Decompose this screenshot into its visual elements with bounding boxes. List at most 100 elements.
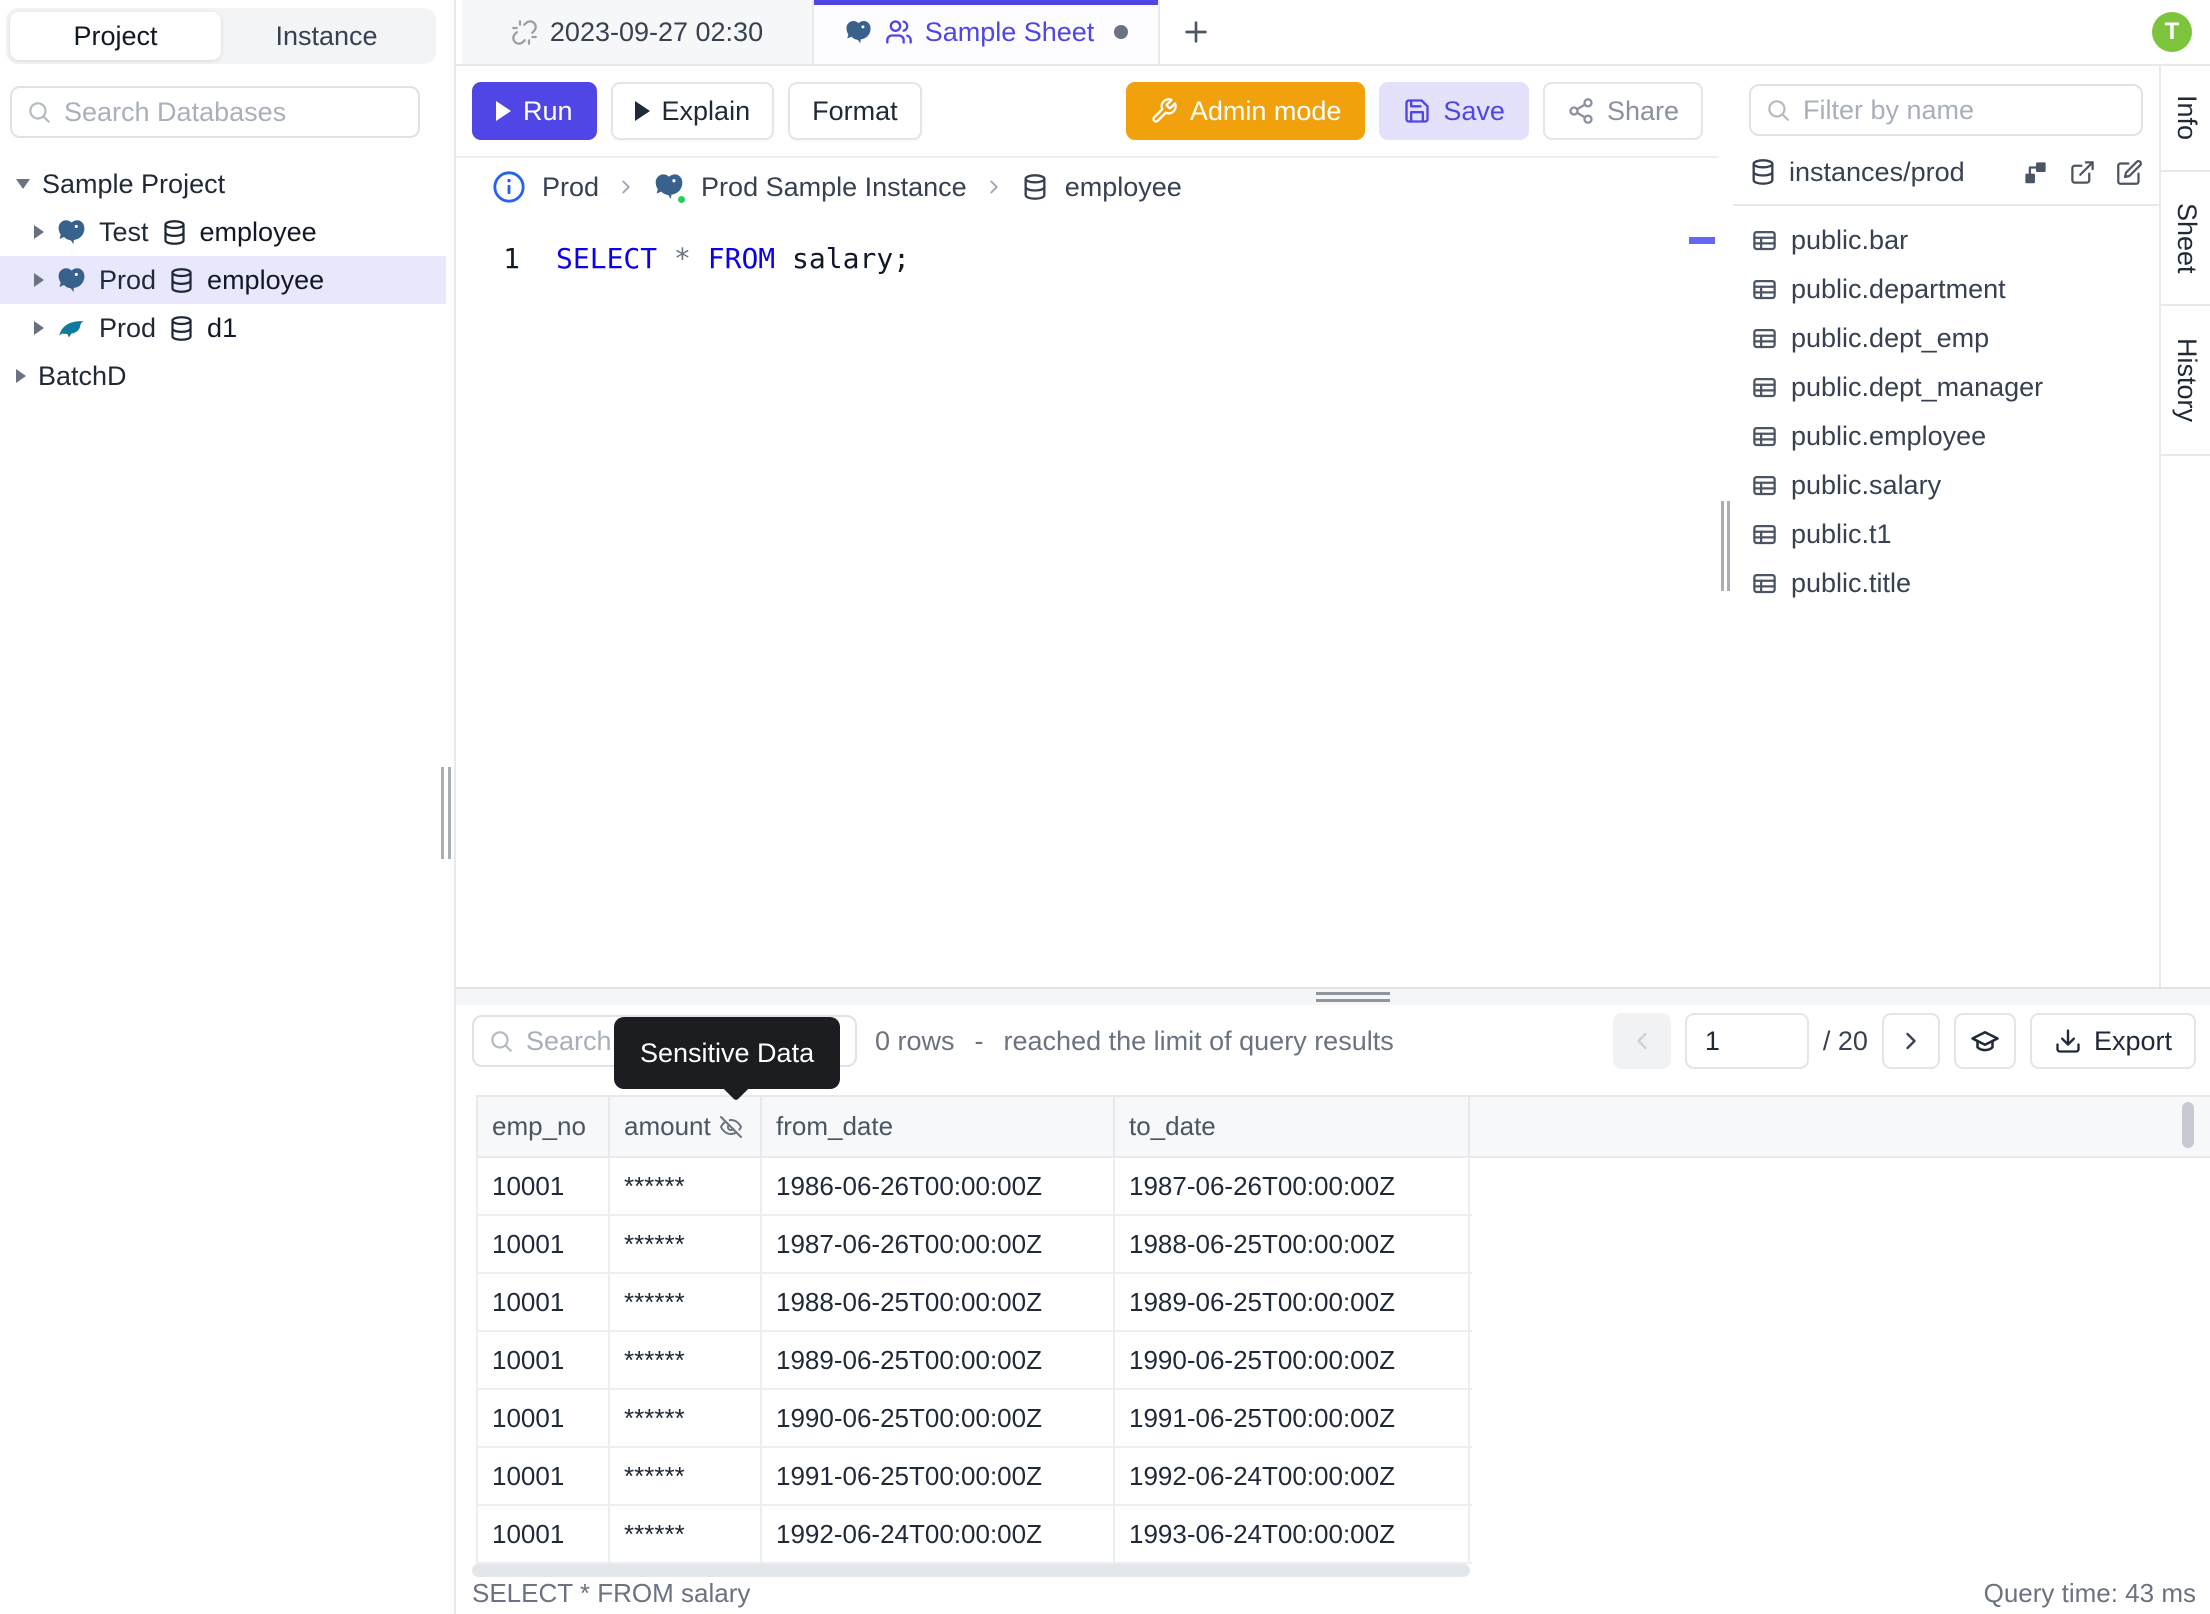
edit-icon[interactable] xyxy=(2116,159,2143,186)
tree-item-test-employee[interactable]: Test employee xyxy=(0,208,446,256)
caret-right-icon[interactable] xyxy=(16,369,26,383)
table-cell[interactable]: ****** xyxy=(610,1506,762,1562)
tab-sample-sheet[interactable]: Sample Sheet xyxy=(814,0,1160,64)
sql-editor[interactable]: 1 SELECT * FROM salary; xyxy=(456,242,1719,275)
run-button[interactable]: Run xyxy=(472,82,597,140)
panel-resize-handle[interactable] xyxy=(1721,501,1730,591)
prev-page-button[interactable] xyxy=(1612,1013,1671,1069)
environment-label: Prod xyxy=(99,264,157,295)
tree-item-prod-d1[interactable]: Prod d1 xyxy=(0,304,446,352)
table-cell[interactable]: 10001 xyxy=(478,1506,610,1562)
table-cell[interactable]: ****** xyxy=(610,1390,762,1446)
table-icon xyxy=(1753,328,1776,349)
tab-history-sheet[interactable]: 2023-09-27 02:30 xyxy=(462,0,814,64)
table-cell[interactable]: ****** xyxy=(610,1158,762,1214)
table-row[interactable]: 10001 ****** 1989-06-25T00:00:00Z 1990-0… xyxy=(476,1332,1472,1390)
table-cell[interactable]: ****** xyxy=(610,1332,762,1388)
table-list-item[interactable]: public.salary xyxy=(1733,461,2159,510)
user-avatar[interactable]: T xyxy=(2152,12,2192,52)
unlink-icon xyxy=(512,19,537,45)
tree-item-sample-project[interactable]: Sample Project xyxy=(0,160,446,208)
table-row[interactable]: 10001 ****** 1991-06-25T00:00:00Z 1992-0… xyxy=(476,1448,1472,1506)
results-resize-handle[interactable] xyxy=(1316,992,1390,1002)
table-name: public.t1 xyxy=(1791,519,1892,549)
table-cell[interactable]: ****** xyxy=(610,1216,762,1272)
table-cell[interactable]: 1990-06-25T00:00:00Z xyxy=(762,1390,1115,1446)
table-cell[interactable]: 1992-06-24T00:00:00Z xyxy=(762,1506,1115,1562)
table-list-item[interactable]: public.t1 xyxy=(1733,510,2159,559)
admin-mode-button[interactable]: Admin mode xyxy=(1125,82,1366,140)
side-strip-tab[interactable]: Sheet xyxy=(2161,172,2210,306)
table-row[interactable]: 10001 ****** 1988-06-25T00:00:00Z 1989-0… xyxy=(476,1274,1472,1332)
export-button[interactable]: Export xyxy=(2029,1013,2196,1069)
table-list-item[interactable]: public.dept_manager xyxy=(1733,363,2159,412)
tree-item-batchd[interactable]: BatchD xyxy=(0,352,446,400)
save-button[interactable]: Save xyxy=(1379,82,1529,140)
table-list-item[interactable]: public.dept_emp xyxy=(1733,314,2159,363)
info-icon[interactable] xyxy=(492,170,526,204)
table-cell[interactable]: 1987-06-26T00:00:00Z xyxy=(1115,1158,1470,1214)
tree-item-prod-employee[interactable]: Prod employee xyxy=(0,256,446,304)
breadcrumb-environment[interactable]: Prod xyxy=(542,172,599,203)
toggle-project[interactable]: Project xyxy=(10,12,221,60)
workspace: Run Explain Format Admin mode Save Share xyxy=(456,66,2210,987)
table-list-item[interactable]: public.department xyxy=(1733,265,2159,314)
side-strip-tab[interactable]: Info xyxy=(2161,66,2210,172)
table-cell[interactable]: 1993-06-24T00:00:00Z xyxy=(1115,1506,1470,1562)
table-icon xyxy=(1753,377,1776,398)
table-cell[interactable]: 1988-06-25T00:00:00Z xyxy=(1115,1216,1470,1272)
table-list-item[interactable]: public.bar xyxy=(1733,216,2159,265)
toggle-instance[interactable]: Instance xyxy=(221,12,432,60)
data-masking-button[interactable] xyxy=(1953,1013,2016,1069)
caret-right-icon[interactable] xyxy=(34,273,44,287)
external-link-icon[interactable] xyxy=(2069,159,2096,186)
share-button[interactable]: Share xyxy=(1542,82,1703,140)
table-cell[interactable]: 1990-06-25T00:00:00Z xyxy=(1115,1332,1470,1388)
environment-label: Prod xyxy=(99,312,157,343)
table-cell[interactable]: 10001 xyxy=(478,1390,610,1446)
table-cell[interactable]: ****** xyxy=(610,1274,762,1330)
next-page-button[interactable] xyxy=(1881,1013,1940,1069)
filter-by-name-input[interactable] xyxy=(1803,94,2127,126)
breadcrumb-database[interactable]: employee xyxy=(1065,172,1182,203)
explain-button[interactable]: Explain xyxy=(610,82,775,140)
panel-divider xyxy=(1719,66,1733,987)
table-cell[interactable]: 10001 xyxy=(478,1332,610,1388)
search-databases-input[interactable] xyxy=(64,96,404,128)
new-tab-button[interactable] xyxy=(1160,0,1232,64)
table-cell[interactable]: 1989-06-25T00:00:00Z xyxy=(1115,1274,1470,1330)
table-cell[interactable]: 10001 xyxy=(478,1216,610,1272)
table-cell[interactable]: 1989-06-25T00:00:00Z xyxy=(762,1332,1115,1388)
sidebar-resize-handle[interactable] xyxy=(441,767,451,859)
caret-right-icon[interactable] xyxy=(34,321,44,335)
table-cell[interactable]: 1987-06-26T00:00:00Z xyxy=(762,1216,1115,1272)
table-list-item[interactable]: public.employee xyxy=(1733,412,2159,461)
table-cell[interactable]: 10001 xyxy=(478,1448,610,1504)
caret-right-icon[interactable] xyxy=(34,225,44,239)
table-cell[interactable]: 1991-06-25T00:00:00Z xyxy=(1115,1390,1470,1446)
rows-count: 0 rows xyxy=(875,1025,955,1056)
table-row[interactable]: 10001 ****** 1987-06-26T00:00:00Z 1988-0… xyxy=(476,1216,1472,1274)
vertical-scrollbar-thumb[interactable] xyxy=(2182,1102,2194,1148)
mysql-icon xyxy=(59,320,84,338)
side-strip-tab[interactable]: History xyxy=(2161,306,2210,456)
table-row[interactable]: 10001 ****** 1992-06-24T00:00:00Z 1993-0… xyxy=(476,1506,1472,1564)
caret-down-icon[interactable] xyxy=(16,179,30,189)
table-cell[interactable]: ****** xyxy=(610,1448,762,1504)
table-cell[interactable]: 1991-06-25T00:00:00Z xyxy=(762,1448,1115,1504)
schema-diagram-icon[interactable] xyxy=(2022,159,2049,186)
table-cell[interactable]: 1988-06-25T00:00:00Z xyxy=(762,1274,1115,1330)
table-cell[interactable]: 1992-06-24T00:00:00Z xyxy=(1115,1448,1470,1504)
table-row[interactable]: 10001 ****** 1986-06-26T00:00:00Z 1987-0… xyxy=(476,1158,1472,1216)
breadcrumb-instance[interactable]: Prod Sample Instance xyxy=(701,172,967,203)
table-name: public.dept_manager xyxy=(1791,372,2044,402)
database-label: employee xyxy=(199,216,317,247)
chevron-right-icon xyxy=(990,180,998,194)
table-cell[interactable]: 1986-06-26T00:00:00Z xyxy=(762,1158,1115,1214)
page-number-input[interactable] xyxy=(1684,1013,1809,1069)
table-cell[interactable]: 10001 xyxy=(478,1274,610,1330)
format-button[interactable]: Format xyxy=(788,82,922,140)
table-cell[interactable]: 10001 xyxy=(478,1158,610,1214)
table-list-item[interactable]: public.title xyxy=(1733,559,2159,608)
table-row[interactable]: 10001 ****** 1990-06-25T00:00:00Z 1991-0… xyxy=(476,1390,1472,1448)
